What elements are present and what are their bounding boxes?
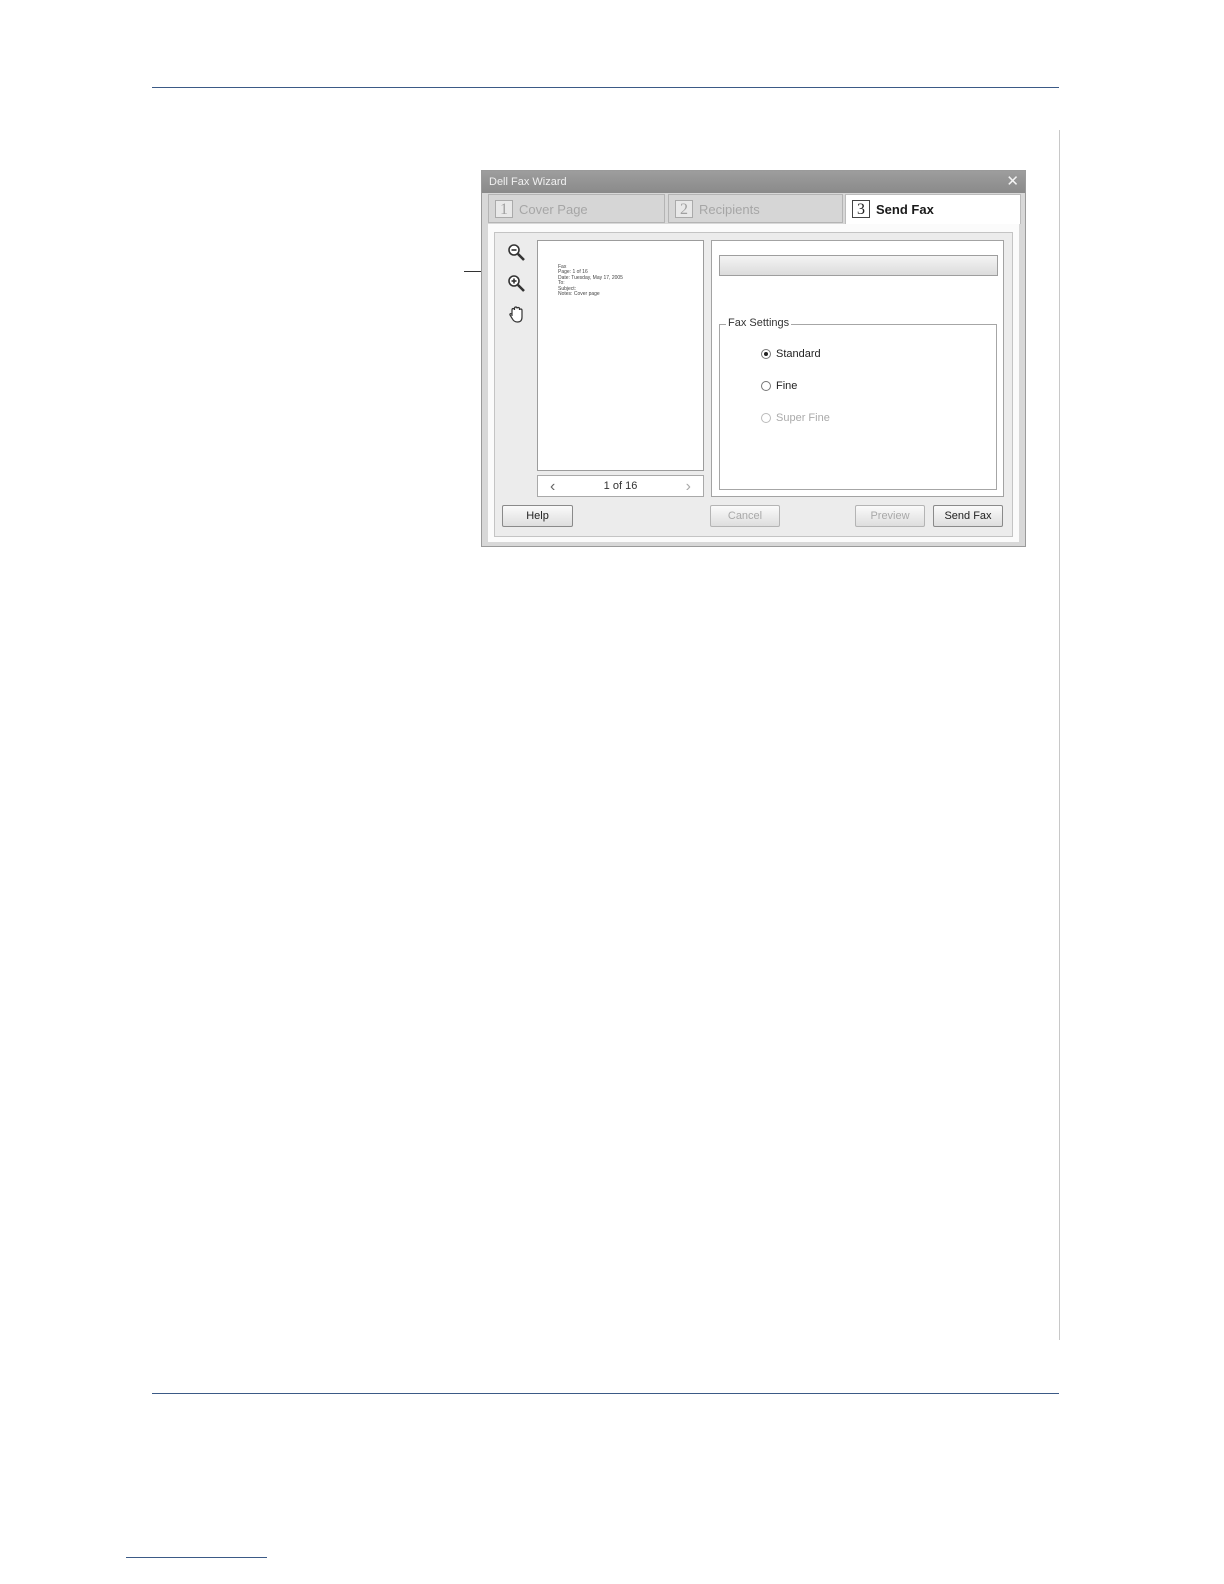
footnote-rule (126, 1557, 267, 1558)
page-footer-rule (152, 1393, 1059, 1394)
doc-line: Notes: Cover page (558, 291, 600, 298)
radio-indicator (761, 413, 771, 423)
step-number: 3 (852, 200, 870, 218)
wizard-tabs: 1 Cover Page 2 Recipients 3 Send Fax (488, 194, 1021, 224)
radio-indicator (761, 381, 771, 391)
hand-pan-icon[interactable] (506, 304, 528, 326)
radio-indicator (761, 349, 771, 359)
fax-settings-legend: Fax Settings (726, 317, 792, 329)
doc-line: Date: Tuesday, May 17, 2005 (558, 274, 623, 281)
radio-label: Standard (776, 348, 821, 360)
tab-send-fax[interactable]: 3 Send Fax (845, 194, 1021, 224)
radio-label: Fine (776, 380, 798, 392)
fax-wizard-window: Dell Fax Wizard ✕ 1 Cover Page 2 Recipie… (481, 170, 1026, 547)
send-fax-button[interactable]: Send Fax (933, 505, 1003, 527)
window-title: Dell Fax Wizard (489, 176, 567, 188)
page-header-rule (152, 87, 1059, 88)
fax-preview-page[interactable]: Fax Page: 1 of 16 Date: Tuesday, May 17,… (537, 240, 704, 471)
close-icon[interactable]: ✕ (1006, 173, 1019, 191)
fax-settings-group: Fax Settings Standard Fine Super Fine (719, 317, 997, 490)
page-count: 1 of 16 (603, 480, 638, 492)
tab-label: Cover Page (519, 202, 588, 217)
tab-recipients[interactable]: 2 Recipients (668, 194, 843, 223)
tab-cover-page[interactable]: 1 Cover Page (488, 194, 665, 223)
preview-document: Fax Page: 1 of 16 Date: Tuesday, May 17,… (558, 264, 623, 298)
send-progress-bar (719, 255, 998, 276)
zoom-in-icon[interactable] (506, 273, 528, 295)
help-button[interactable]: Help (502, 505, 573, 527)
settings-pane: Fax Settings Standard Fine Super Fine (711, 240, 1004, 497)
step-number: 2 (675, 200, 693, 218)
title-bar: Dell Fax Wizard ✕ (482, 171, 1025, 193)
page-navigator: ‹ 1 of 16 › (537, 475, 704, 497)
send-fax-panel: Fax Page: 1 of 16 Date: Tuesday, May 17,… (494, 232, 1013, 537)
cancel-button[interactable]: Cancel (710, 505, 780, 527)
page-side-rule (1059, 130, 1060, 1340)
tab-label: Send Fax (876, 202, 934, 217)
radio-label: Super Fine (776, 412, 830, 424)
preview-button[interactable]: Preview (855, 505, 925, 527)
zoom-out-icon[interactable] (506, 242, 528, 264)
chevron-right-icon[interactable]: › (686, 478, 691, 496)
tab-label: Recipients (699, 202, 760, 217)
step-number: 1 (495, 200, 513, 218)
